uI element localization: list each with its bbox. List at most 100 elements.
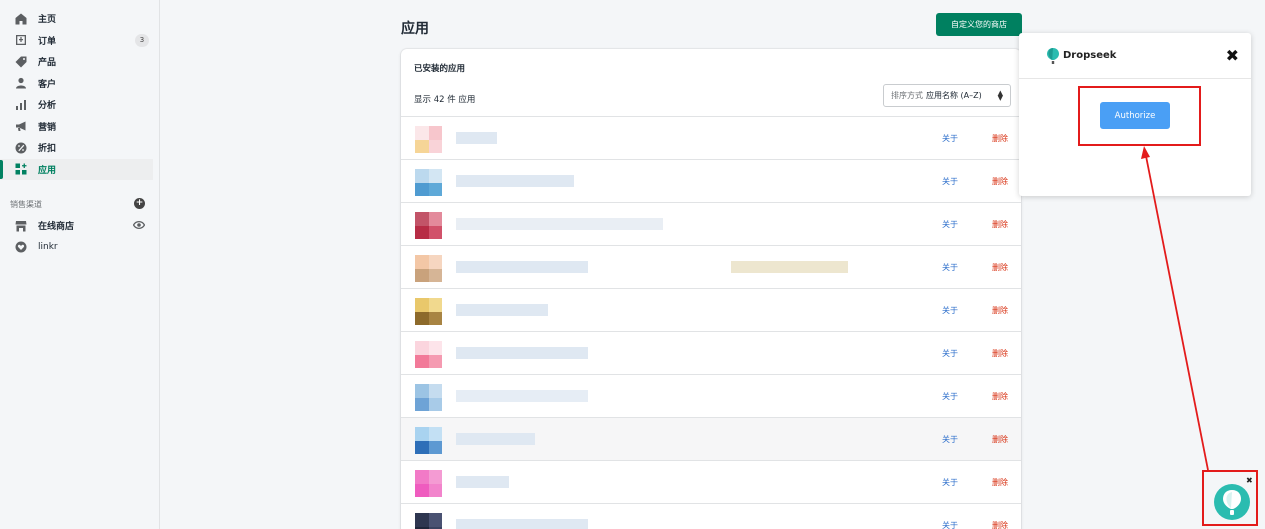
app-name-blurred xyxy=(731,261,848,273)
sidebar-item-label: 折扣 xyxy=(38,144,57,155)
apps-icon xyxy=(14,162,28,176)
store-icon xyxy=(14,219,28,233)
heart-icon xyxy=(14,240,28,254)
home-icon xyxy=(14,12,28,26)
about-link[interactable]: 关于 xyxy=(942,348,958,359)
app-row: 关于 删除 xyxy=(401,116,1021,159)
person-icon xyxy=(14,76,28,90)
sidebar-item-online-store[interactable]: 在线商店 xyxy=(0,215,159,237)
app-row: 关于 删除 xyxy=(401,245,1021,288)
app-icon xyxy=(415,341,442,368)
sales-channels-label: 销售渠道 xyxy=(10,199,42,209)
sidebar-item-customers[interactable]: 客户 xyxy=(0,73,159,95)
sidebar-item-analytics[interactable]: 分析 xyxy=(0,94,159,116)
sort-select[interactable]: 排序方式 应用名称 (A–Z) ▲ ▼ xyxy=(883,84,1011,107)
eye-icon[interactable] xyxy=(133,219,145,231)
dropseek-launcher-icon[interactable] xyxy=(1214,483,1250,523)
orders-icon xyxy=(14,33,28,47)
sidebar-item-label: 营销 xyxy=(38,122,57,133)
app-name-blurred xyxy=(456,175,574,187)
bar-chart-icon xyxy=(14,98,28,112)
delete-link[interactable]: 删除 xyxy=(992,219,1008,230)
popup-header: Dropseek ✖ xyxy=(1019,33,1251,79)
delete-link[interactable]: 删除 xyxy=(992,133,1008,144)
sidebar-item-label: linkr xyxy=(38,242,58,253)
authorize-button[interactable]: Authorize xyxy=(1100,102,1170,129)
about-link[interactable]: 关于 xyxy=(942,520,958,529)
about-link[interactable]: 关于 xyxy=(942,434,958,445)
app-row: 关于 删除 xyxy=(401,374,1021,417)
app-icon xyxy=(415,513,442,529)
app-name-blurred xyxy=(456,390,588,402)
about-link[interactable]: 关于 xyxy=(942,133,958,144)
sidebar-item-products[interactable]: 产品 xyxy=(0,51,159,73)
app-name-blurred xyxy=(456,132,497,144)
megaphone-icon xyxy=(14,119,28,133)
app-row: 关于 删除 xyxy=(401,202,1021,245)
sidebar-item-label: 分析 xyxy=(38,101,57,112)
app-name-blurred xyxy=(456,476,509,488)
app-row: 关于 删除 xyxy=(401,159,1021,202)
app-list: 关于 删除 关于 删除 关于 删除 关于 删除 关于 删除 关于 删除 关于 删… xyxy=(401,116,1021,529)
customize-store-button[interactable]: 自定义您的商店 xyxy=(936,13,1022,36)
sidebar-item-apps[interactable]: 应用 xyxy=(0,158,153,180)
app-icon xyxy=(415,298,442,325)
sidebar-item-linkr[interactable]: linkr xyxy=(0,237,159,259)
app-name-blurred xyxy=(456,433,535,445)
sidebar: 主页 订单 3 产品 客户 分析 营销 折扣 应用 销售渠道 + 在线商店 li… xyxy=(0,0,160,529)
app-row: 关于 删除 xyxy=(401,460,1021,503)
sidebar-item-label: 在线商店 xyxy=(38,222,75,233)
delete-link[interactable]: 删除 xyxy=(992,348,1008,359)
sidebar-item-discounts[interactable]: 折扣 xyxy=(0,137,159,159)
select-arrows-icon: ▲ ▼ xyxy=(997,89,1003,102)
app-icon xyxy=(415,212,442,239)
about-link[interactable]: 关于 xyxy=(942,176,958,187)
app-name-blurred xyxy=(456,347,588,359)
about-link[interactable]: 关于 xyxy=(942,477,958,488)
app-row: 关于 删除 xyxy=(401,503,1021,529)
about-link[interactable]: 关于 xyxy=(942,391,958,402)
page-title: 应用 xyxy=(401,21,429,37)
app-icon xyxy=(415,169,442,196)
app-row: 关于 删除 xyxy=(401,417,1021,460)
balloon-logo-icon xyxy=(1047,47,1059,64)
sort-prefix: 排序方式 xyxy=(891,91,923,100)
app-name-blurred xyxy=(456,304,548,316)
app-icon xyxy=(415,126,442,153)
sidebar-item-label: 客户 xyxy=(38,79,57,90)
close-icon[interactable]: ✖ xyxy=(1226,46,1239,65)
add-channel-icon[interactable]: + xyxy=(134,198,145,209)
about-link[interactable]: 关于 xyxy=(942,262,958,273)
about-link[interactable]: 关于 xyxy=(942,219,958,230)
widget-highlight-frame: ✖ xyxy=(1202,470,1258,526)
delete-link[interactable]: 删除 xyxy=(992,477,1008,488)
sidebar-item-home[interactable]: 主页 xyxy=(0,8,159,30)
popup-brand-name: Dropseek xyxy=(1063,50,1117,61)
about-link[interactable]: 关于 xyxy=(942,305,958,316)
delete-link[interactable]: 删除 xyxy=(992,305,1008,316)
tag-icon xyxy=(14,55,28,69)
installed-apps-card: 已安装的应用 显示 42 件 应用 排序方式 应用名称 (A–Z) ▲ ▼ 关于 … xyxy=(401,49,1021,529)
app-name-blurred xyxy=(456,519,588,529)
app-icon xyxy=(415,384,442,411)
app-icon xyxy=(415,427,442,454)
sidebar-item-label: 应用 xyxy=(38,165,57,176)
sidebar-item-label: 主页 xyxy=(38,15,57,26)
sidebar-item-orders[interactable]: 订单 3 xyxy=(0,30,159,52)
sort-value: 应用名称 (A–Z) xyxy=(926,91,982,100)
delete-link[interactable]: 删除 xyxy=(992,434,1008,445)
sidebar-item-label: 订单 xyxy=(38,36,57,47)
delete-link[interactable]: 删除 xyxy=(992,262,1008,273)
app-count-text: 显示 42 件 应用 xyxy=(414,95,476,105)
sidebar-item-label: 产品 xyxy=(38,58,57,69)
app-icon xyxy=(415,255,442,282)
delete-link[interactable]: 删除 xyxy=(992,176,1008,187)
delete-link[interactable]: 删除 xyxy=(992,391,1008,402)
delete-link[interactable]: 删除 xyxy=(992,520,1008,529)
sidebar-item-marketing[interactable]: 营销 xyxy=(0,116,159,138)
card-title: 已安装的应用 xyxy=(414,64,466,74)
discount-icon xyxy=(14,141,28,155)
authorize-highlight-frame: Authorize xyxy=(1078,86,1201,146)
dropseek-popup: Dropseek ✖ Authorize xyxy=(1019,33,1251,196)
app-icon xyxy=(415,470,442,497)
